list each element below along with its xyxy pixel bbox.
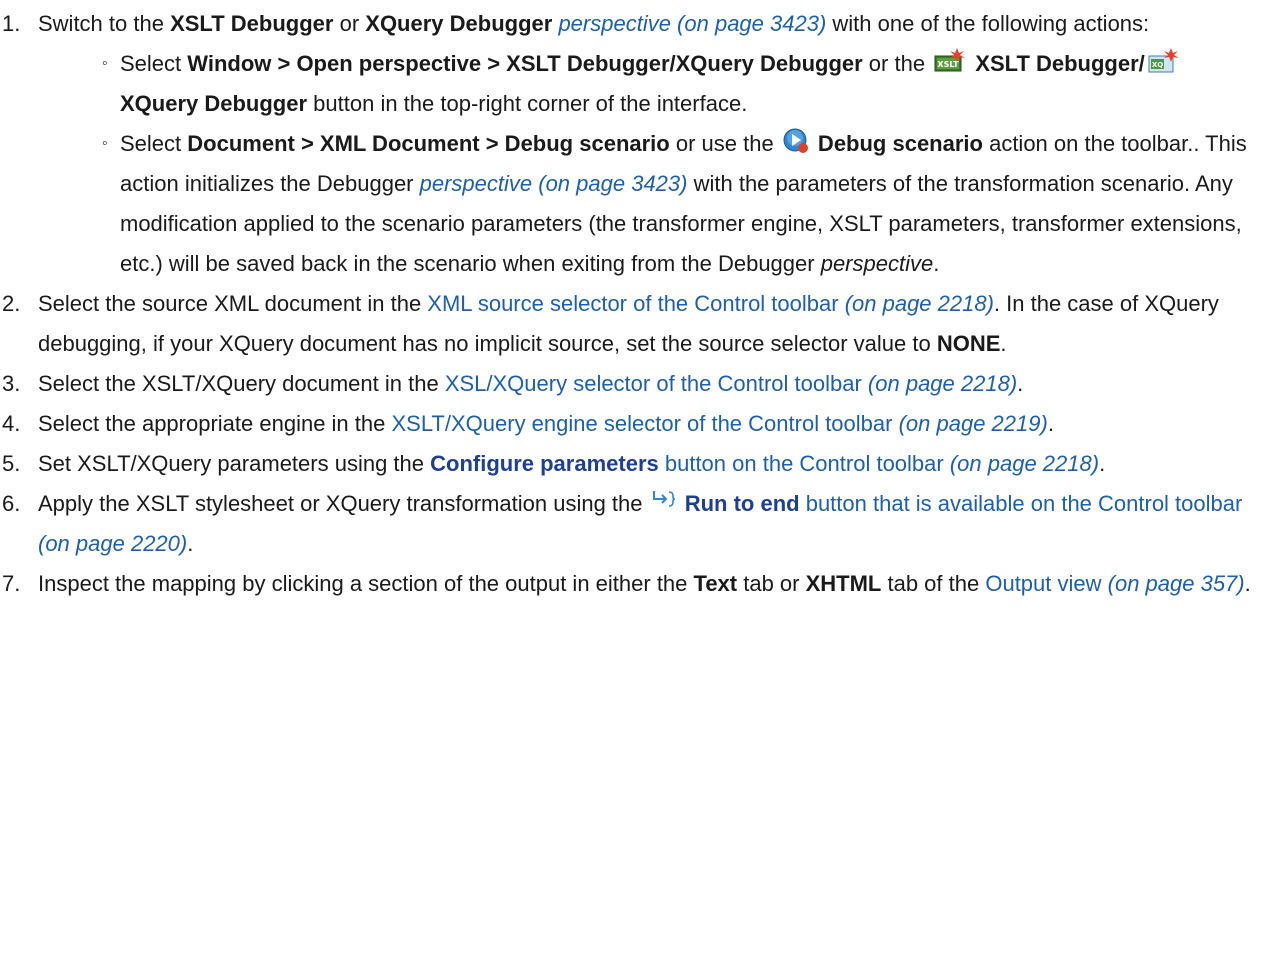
bullet: ◦: [102, 55, 108, 72]
step-number: 5.: [2, 451, 21, 476]
page-ref-link[interactable]: (on page 2219): [892, 411, 1048, 436]
step-1: 1. Switch to the XSLT Debugger or XQuery…: [0, 4, 1269, 44]
step-text: with one of the following actions:: [826, 11, 1150, 36]
step-1-action-2: ◦ Select Document > XML Document > Debug…: [0, 124, 1269, 284]
perspective-link[interactable]: perspective (on page 3423): [420, 171, 688, 196]
step-text: or: [333, 11, 366, 36]
step-text: Switch to the: [38, 11, 171, 36]
step-2: 2. Select the source XML document in the…: [0, 284, 1269, 364]
xslt-debugger-label: XSLT Debugger: [170, 11, 334, 36]
xsl-xquery-selector-link[interactable]: XSL/XQuery selector of the Control toolb…: [445, 371, 862, 396]
step-number: 2.: [2, 291, 21, 316]
step-number: 6.: [2, 491, 21, 516]
xquery-debugger-label: XQuery Debugger: [365, 11, 553, 36]
step-5: 5. Set XSLT/XQuery parameters using the …: [0, 444, 1269, 484]
debug-scenario-icon: [782, 127, 810, 155]
page-ref-link[interactable]: (on page 2218): [839, 291, 994, 316]
page-ref-link[interactable]: (on page 2220): [38, 531, 187, 556]
run-to-end-link[interactable]: Run to end: [679, 491, 800, 516]
bullet: ◦: [102, 135, 108, 152]
step-number: 4.: [2, 411, 21, 436]
svg-text:XQ: XQ: [1152, 61, 1163, 69]
step-7: 7. Inspect the mapping by clicking a sec…: [0, 564, 1269, 604]
xslt-debugger-icon: XSLT: [933, 47, 967, 75]
control-toolbar-link[interactable]: button that is available on the Control …: [800, 491, 1243, 516]
page-ref-link[interactable]: (on page 357): [1102, 571, 1245, 596]
control-toolbar-link[interactable]: button on the Control toolbar: [659, 451, 944, 476]
page-ref-link[interactable]: (on page 2218): [862, 371, 1017, 396]
step-6: 6. Apply the XSLT stylesheet or XQuery t…: [0, 484, 1269, 564]
configure-parameters-link[interactable]: Configure parameters: [430, 451, 659, 476]
procedure-list: 1. Switch to the XSLT Debugger or XQuery…: [0, 0, 1269, 604]
output-view-link[interactable]: Output view: [985, 571, 1101, 596]
page-ref-link[interactable]: (on page 2218): [944, 451, 1099, 476]
step-number: 1.: [2, 11, 21, 36]
run-to-end-icon: [651, 487, 677, 515]
step-4: 4. Select the appropriate engine in the …: [0, 404, 1269, 444]
step-number: 7.: [2, 571, 21, 596]
step-3: 3. Select the XSLT/XQuery document in th…: [0, 364, 1269, 404]
xquery-debugger-icon: XQ: [1147, 47, 1181, 75]
step-number: 3.: [2, 371, 21, 396]
menu-path: Window > Open perspective > XSLT Debugge…: [187, 51, 863, 76]
perspective-link[interactable]: perspective (on page 3423): [558, 11, 826, 36]
xml-source-selector-link[interactable]: XML source selector of the Control toolb…: [427, 291, 838, 316]
svg-text:XSLT: XSLT: [938, 60, 960, 69]
step-1-action-1: ◦ Select Window > Open perspective > XSL…: [0, 44, 1269, 124]
engine-selector-link[interactable]: XSLT/XQuery engine selector of the Contr…: [391, 411, 892, 436]
menu-path: Document > XML Document > Debug scenario: [187, 131, 670, 156]
